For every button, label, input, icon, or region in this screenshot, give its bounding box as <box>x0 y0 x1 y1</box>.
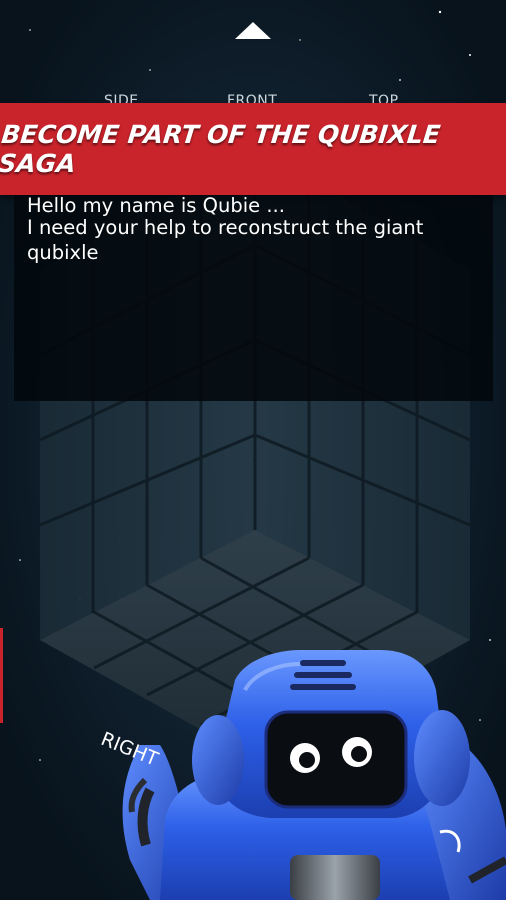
triangle-up-icon[interactable] <box>235 22 271 39</box>
banner-title: Become part of the Qubixle Saga <box>0 120 442 178</box>
dialog-line: I need your help to reconstruct the gian… <box>27 216 424 239</box>
dialog-box[interactable]: Hello my name is Qubie ... I need your h… <box>14 194 493 401</box>
promo-banner: Become part of the Qubixle Saga <box>0 103 506 195</box>
left-edge-tab[interactable] <box>0 628 3 723</box>
dialog-line: qubixle <box>27 241 99 264</box>
